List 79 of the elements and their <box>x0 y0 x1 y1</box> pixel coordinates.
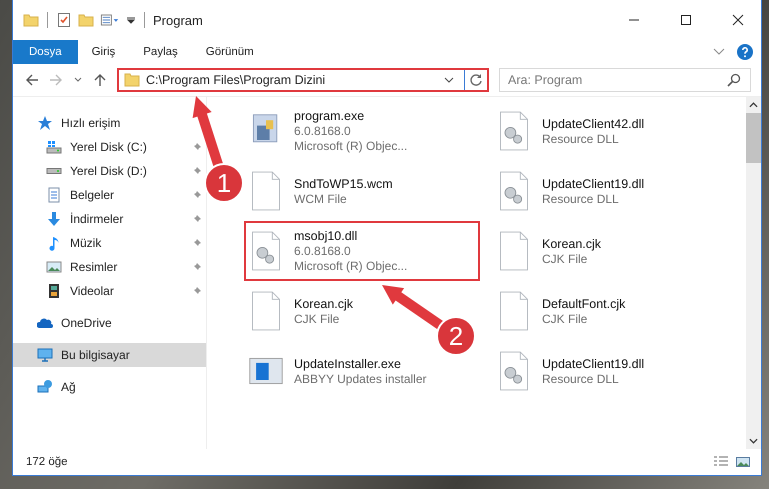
address-field[interactable]: C:\Program Files\Program Dizini <box>117 68 489 92</box>
file-name: Korean.cjk <box>294 296 354 310</box>
pin-icon[interactable] <box>192 238 202 248</box>
search-icon <box>727 73 741 87</box>
drive-icon <box>46 139 62 155</box>
star-icon <box>37 115 53 131</box>
sidebar-item[interactable]: İndirmeler <box>13 207 206 231</box>
address-path: C:\Program Files\Program Dizini <box>146 73 326 87</box>
file-name: Korean.cjk <box>542 236 602 250</box>
large-icons-view-icon[interactable] <box>735 455 751 469</box>
pin-icon[interactable] <box>192 214 202 224</box>
sidebar-item[interactable]: Hızlı erişim <box>13 111 128 135</box>
file-detail: CJK File <box>542 252 588 266</box>
pin-icon[interactable] <box>192 286 202 296</box>
chevron-down-icon[interactable] <box>73 76 83 84</box>
file-tile[interactable]: DefaultFont.cjk CJK File <box>492 281 632 341</box>
item-count: 172 öğe <box>26 456 68 468</box>
pin-icon[interactable] <box>192 166 202 176</box>
file-detail: Resource DLL <box>542 372 620 386</box>
ribbon-tab[interactable]: Paylaş <box>129 40 192 64</box>
scroll-down-icon[interactable] <box>749 437 758 445</box>
file-detail: Resource DLL <box>542 192 620 206</box>
ribbon-tab[interactable]: Görünüm <box>192 40 268 64</box>
file-detail: Resource DLL <box>542 132 620 146</box>
file-detail: CJK File <box>542 312 588 326</box>
back-icon[interactable] <box>25 73 39 87</box>
properties-icon[interactable] <box>100 12 120 28</box>
file-name: msobj10.dll <box>294 229 358 243</box>
download-arrow-icon <box>46 211 62 227</box>
file-name: DefaultFont.cjk <box>542 296 626 310</box>
film-icon <box>46 283 62 299</box>
up-icon[interactable] <box>93 73 107 87</box>
scrollbar-thumb[interactable] <box>746 113 761 163</box>
pin-icon[interactable] <box>192 190 202 200</box>
help-icon[interactable] <box>737 44 753 60</box>
file-name: program.exe <box>294 109 366 123</box>
file-name: UpdateClient19.dll <box>542 356 644 370</box>
sidebar-item[interactable]: Resimler <box>13 255 206 279</box>
file-tile[interactable]: UpdateClient42.dll Resource DLL <box>492 101 650 161</box>
file-name: UpdateInstaller.exe <box>294 356 402 370</box>
file-detail: 6.0.8168.0 <box>294 124 352 138</box>
file-detail: 6.0.8168.0 <box>294 244 352 258</box>
file-detail: CJK File <box>294 312 340 326</box>
network-icon <box>37 379 53 395</box>
ribbon-tab[interactable]: Dosya <box>13 40 78 64</box>
file-tile[interactable]: program.exe 6.0.8168.0 Microsoft (R) Objec... <box>244 101 414 161</box>
file-name: SndToWP15.wcm <box>294 176 393 190</box>
file-detail: WCM File <box>294 192 348 206</box>
sidebar-item[interactable]: OneDrive <box>13 311 120 335</box>
sidebar-item[interactable]: Ağ <box>13 375 84 399</box>
file-tile[interactable]: UpdateClient19.dll Resource DLL <box>492 341 650 401</box>
file-name: UpdateClient19.dll <box>542 176 644 190</box>
sidebar-item[interactable]: Bu bilgisayar <box>13 343 206 367</box>
scrollbar[interactable] <box>746 97 761 449</box>
file-tile[interactable]: Korean.cjk CJK File <box>244 281 360 341</box>
file-tile[interactable]: UpdateClient19.dll Resource DLL <box>492 161 650 221</box>
ribbon-tab[interactable]: Giriş <box>78 40 130 64</box>
document-icon <box>46 187 62 203</box>
search-field[interactable]: Ara: Program <box>499 68 751 92</box>
sidebar-item[interactable]: Videolar <box>13 279 206 303</box>
window-title: Program <box>153 12 203 28</box>
file-detail: Microsoft (R) Objec... <box>294 259 408 273</box>
file-detail: Microsoft (R) Objec... <box>294 139 408 153</box>
drive-icon <box>46 167 62 175</box>
folder-icon <box>124 72 140 88</box>
chevron-down-icon[interactable] <box>444 76 454 84</box>
file-tile[interactable]: Korean.cjk CJK File <box>492 221 608 281</box>
dropdown-icon[interactable] <box>126 15 136 25</box>
pin-icon[interactable] <box>192 142 202 152</box>
file-tile[interactable]: SndToWP15.wcm WCM File <box>244 161 399 221</box>
file-tile[interactable]: msobj10.dll 6.0.8168.0 Microsoft (R) Objec... <box>244 221 480 281</box>
file-name: UpdateClient42.dll <box>542 116 644 130</box>
checklist-icon[interactable] <box>56 12 72 28</box>
pin-icon[interactable] <box>192 262 202 272</box>
scroll-up-icon[interactable] <box>749 101 758 109</box>
sidebar-item[interactable]: Müzik <box>13 231 206 255</box>
picture-icon <box>46 259 62 275</box>
file-detail: ABBYY Updates installer <box>294 372 427 386</box>
computer-icon <box>37 347 53 363</box>
